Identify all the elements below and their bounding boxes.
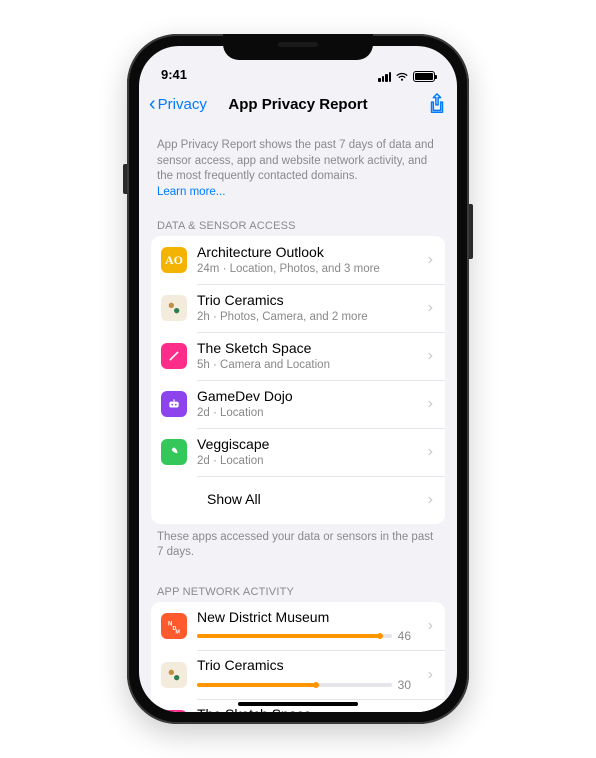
app-name: The Sketch Space [197, 706, 418, 712]
app-icon [161, 439, 187, 465]
intro-text: App Privacy Report shows the past 7 days… [139, 124, 457, 206]
app-name: The Sketch Space [197, 340, 418, 358]
device-speaker [278, 42, 318, 47]
chevron-right-icon: › [428, 347, 433, 365]
section-header-network: APP NETWORK ACTIVITY [139, 572, 457, 602]
app-icon: AO [161, 247, 187, 273]
app-icon [161, 662, 187, 688]
activity-bar [197, 634, 392, 638]
chevron-right-icon: › [428, 299, 433, 317]
app-detail: 5h · Camera and Location [197, 358, 418, 372]
network-row-trio-ceramics[interactable]: Trio Ceramics 30 › [151, 650, 445, 699]
app-row-architecture-outlook[interactable]: AO Architecture Outlook 24m · Location, … [151, 236, 445, 284]
screen: 9:41 ‹ Privacy App Privacy Report [139, 46, 457, 712]
chevron-right-icon: › [428, 251, 433, 269]
page-title: App Privacy Report [139, 96, 457, 113]
scroll-area[interactable]: App Privacy Report shows the past 7 days… [139, 124, 457, 712]
chevron-right-icon: › [428, 491, 433, 509]
section-header-data-sensor: DATA & SENSOR ACCESS [139, 206, 457, 236]
svg-text:M: M [176, 630, 181, 636]
app-icon [161, 343, 187, 369]
app-row-trio-ceramics[interactable]: Trio Ceramics 2h · Photos, Camera, and 2… [151, 284, 445, 332]
app-icon [161, 710, 187, 712]
activity-bar [197, 683, 392, 687]
network-row-new-district-museum[interactable]: NDM New District Museum 46 › [151, 602, 445, 651]
data-sensor-card: AO Architecture Outlook 24m · Location, … [151, 236, 445, 524]
activity-count: 46 [398, 629, 418, 643]
activity-count: 30 [398, 678, 418, 692]
learn-more-link[interactable]: Learn more... [157, 186, 225, 198]
device-notch [223, 34, 373, 60]
svg-text:N: N [168, 621, 172, 627]
nav-bar: ‹ Privacy App Privacy Report [139, 84, 457, 124]
signal-icon [378, 72, 391, 82]
show-all-row[interactable]: Show All › [151, 476, 445, 524]
section-footer: These apps accessed your data or sensors… [139, 524, 457, 572]
app-name: Trio Ceramics [197, 292, 418, 310]
battery-icon [413, 71, 435, 82]
app-icon [161, 391, 187, 417]
app-row-sketch-space[interactable]: The Sketch Space 5h · Camera and Locatio… [151, 332, 445, 380]
app-name: New District Museum [197, 609, 418, 627]
app-detail: 2d · Location [197, 406, 418, 420]
chevron-right-icon: › [428, 617, 433, 635]
app-row-gamedev-dojo[interactable]: GameDev Dojo 2d · Location › [151, 380, 445, 428]
app-name: Architecture Outlook [197, 244, 418, 262]
network-activity-card: NDM New District Museum 46 › [151, 602, 445, 712]
app-row-veggiscape[interactable]: Veggiscape 2d · Location › [151, 428, 445, 476]
show-all-label: Show All [207, 491, 418, 509]
home-indicator[interactable] [238, 702, 358, 706]
chevron-right-icon: › [428, 395, 433, 413]
app-detail: 24m · Location, Photos, and 3 more [197, 262, 418, 276]
status-time: 9:41 [161, 67, 187, 82]
chevron-right-icon: › [428, 443, 433, 461]
app-detail: 2d · Location [197, 454, 418, 468]
app-name: GameDev Dojo [197, 388, 418, 406]
wifi-icon [395, 72, 409, 82]
app-icon [161, 295, 187, 321]
app-detail: 2h · Photos, Camera, and 2 more [197, 310, 418, 324]
phone-frame: 9:41 ‹ Privacy App Privacy Report [127, 34, 469, 724]
app-name: Veggiscape [197, 436, 418, 454]
chevron-right-icon: › [428, 666, 433, 684]
app-icon: NDM [161, 613, 187, 639]
app-name: Trio Ceramics [197, 657, 418, 675]
